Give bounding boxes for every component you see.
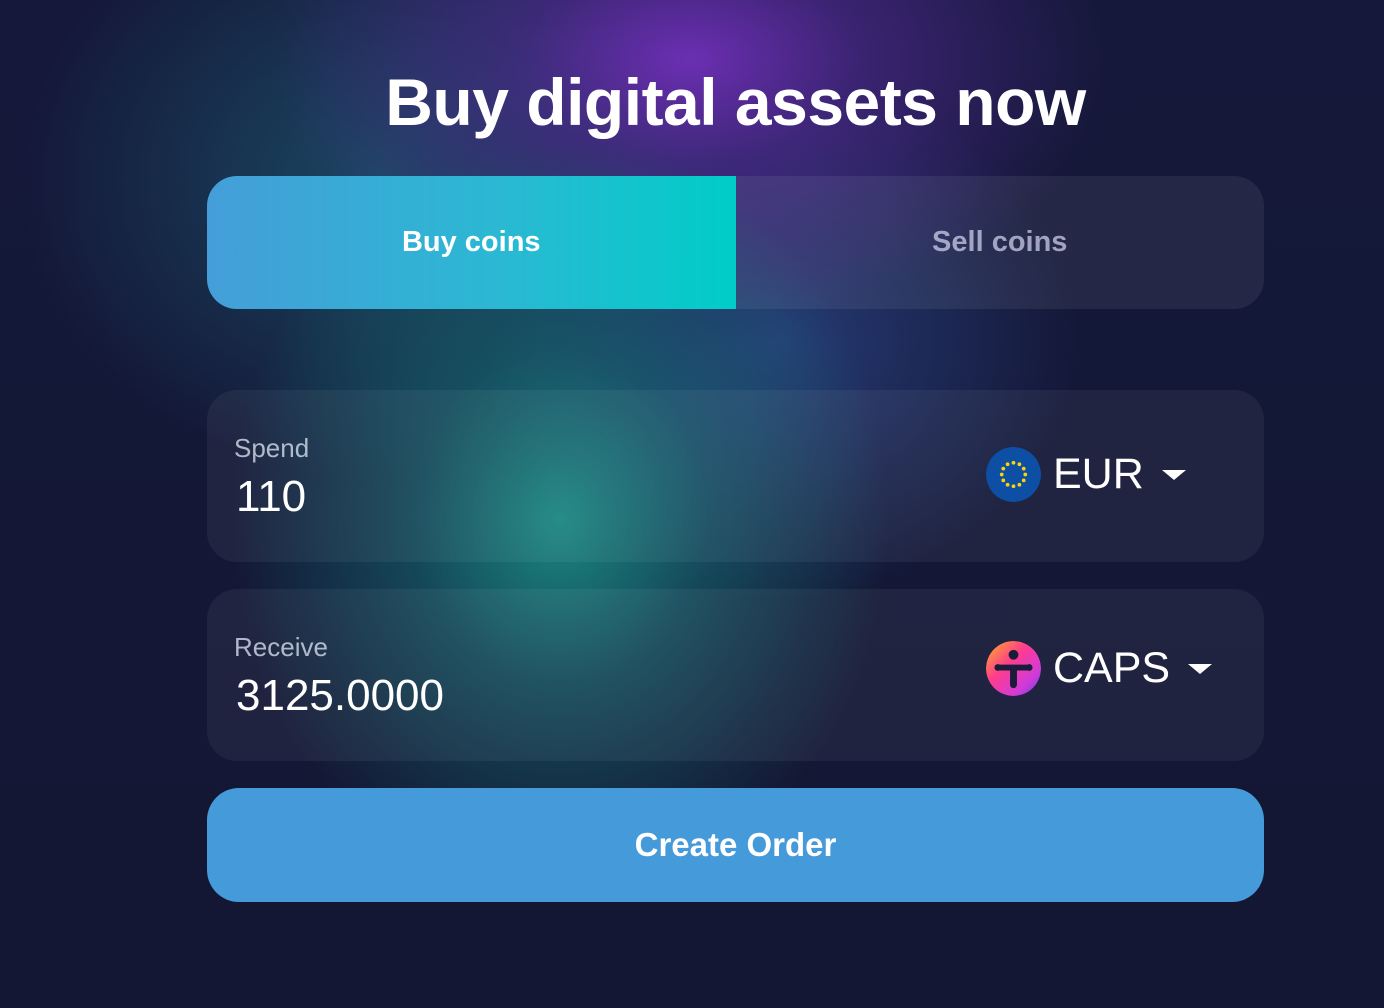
tab-buy-coins[interactable]: Buy coins	[207, 176, 736, 309]
spend-field: Spend EUR	[207, 390, 1264, 562]
eu-flag-icon	[986, 447, 1041, 502]
chevron-down-icon	[1188, 663, 1213, 674]
chevron-down-icon	[1161, 469, 1186, 480]
spend-currency-select[interactable]: EUR	[986, 447, 1186, 502]
page-title: Buy digital assets now	[385, 65, 1086, 139]
tab-sell-coins[interactable]: Sell coins	[736, 176, 1265, 309]
spend-amount-input[interactable]	[236, 472, 836, 522]
receive-currency-select[interactable]: CAPS	[986, 641, 1213, 696]
caps-token-icon	[986, 641, 1041, 696]
receive-field: Receive CAPS	[207, 589, 1264, 761]
receive-amount-input[interactable]	[236, 671, 836, 721]
spend-currency-code: EUR	[1053, 450, 1144, 498]
create-order-button[interactable]: Create Order	[207, 788, 1264, 902]
receive-label: Receive	[234, 632, 328, 662]
buy-sell-tabs: Buy coins Sell coins	[207, 176, 1264, 309]
receive-currency-code: CAPS	[1053, 644, 1171, 692]
spend-label: Spend	[234, 433, 310, 463]
